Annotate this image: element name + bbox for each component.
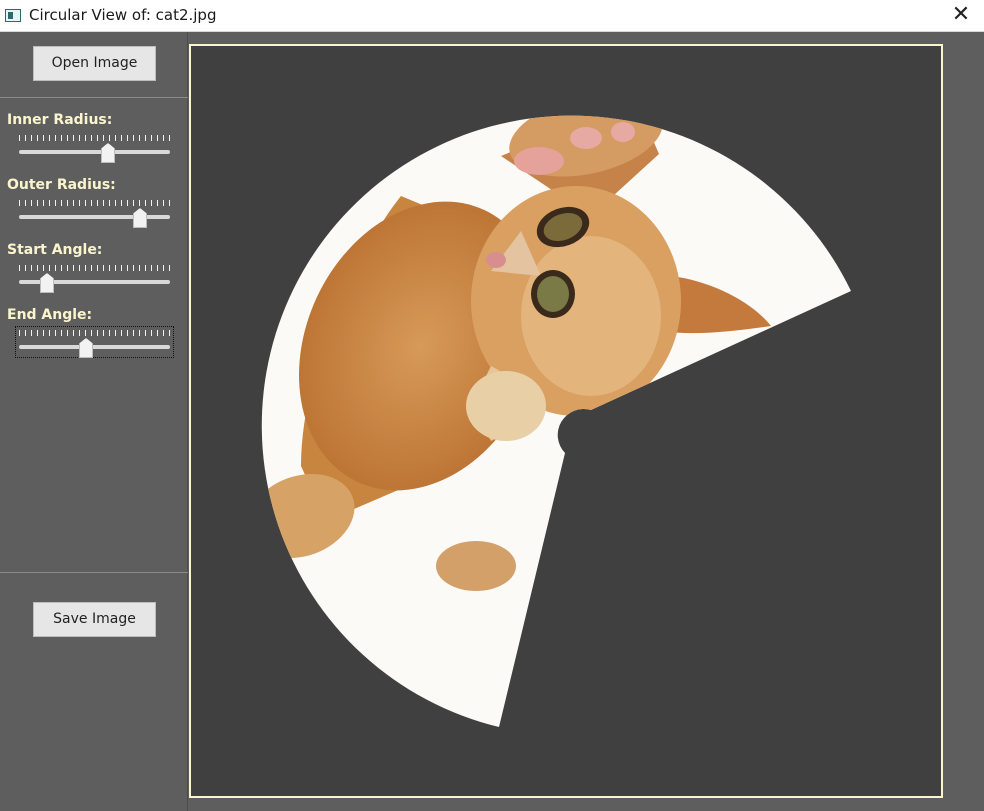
circular-view-canvas [189, 44, 943, 798]
bottom-separator [0, 572, 188, 573]
slider-ticks [19, 330, 170, 336]
start-angle-slider[interactable] [19, 265, 170, 293]
window-title: Circular View of: cat2.jpg [29, 6, 217, 24]
title-bar: Circular View of: cat2.jpg ✕ [0, 0, 984, 32]
outer-radius-label: Outer Radius: [7, 177, 116, 193]
sidebar-panel: Open Image Inner Radius: Outer Radius: S… [0, 32, 188, 811]
inner-radius-slider[interactable] [19, 135, 170, 163]
circular-view-svg [261, 115, 851, 728]
slider-ticks [19, 200, 170, 206]
slider-thumb[interactable] [79, 338, 93, 358]
open-image-button[interactable]: Open Image [33, 46, 156, 81]
inner-radius-label: Inner Radius: [7, 112, 113, 128]
close-button[interactable]: ✕ [938, 0, 984, 31]
app-window-icon [5, 9, 21, 22]
end-angle-label: End Angle: [7, 307, 93, 323]
start-angle-label: Start Angle: [7, 242, 103, 258]
top-separator [0, 97, 188, 98]
slider-ticks [19, 135, 170, 141]
app-window: Circular View of: cat2.jpg ✕ Open Image … [0, 0, 984, 811]
slider-thumb[interactable] [133, 208, 147, 228]
slider-track [19, 215, 170, 219]
slider-ticks [19, 265, 170, 271]
slider-track [19, 150, 170, 154]
end-angle-slider[interactable] [15, 326, 174, 358]
outer-radius-slider[interactable] [19, 200, 170, 228]
save-image-button[interactable]: Save Image [33, 602, 156, 637]
slider-thumb[interactable] [101, 143, 115, 163]
slider-track [19, 345, 170, 349]
slider-thumb[interactable] [40, 273, 54, 293]
